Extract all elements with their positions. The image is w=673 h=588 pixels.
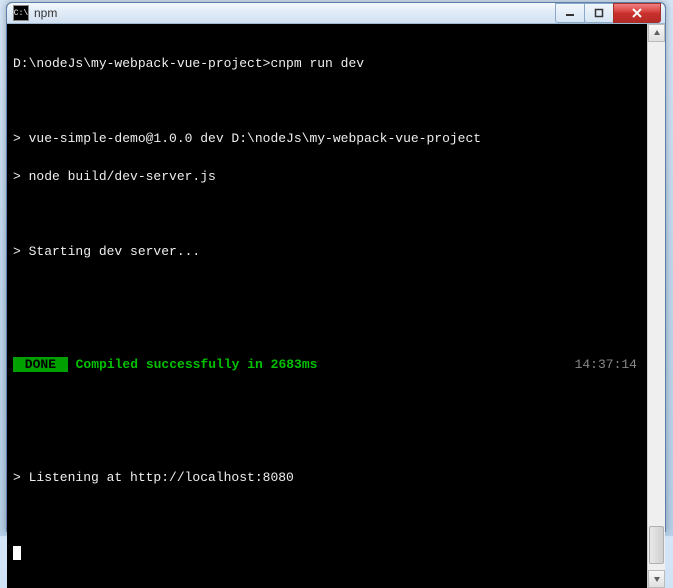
blank-line bbox=[13, 93, 641, 112]
output-line: > node build/dev-server.js bbox=[13, 168, 641, 187]
scroll-thumb[interactable] bbox=[649, 526, 664, 564]
done-row: DONE Compiled successfully in 2683ms 14:3… bbox=[13, 356, 641, 375]
minimize-button[interactable] bbox=[555, 3, 585, 23]
console-window: C:\ npm D:\nodeJs\my-webpack-vue-project… bbox=[6, 2, 666, 532]
titlebar[interactable]: C:\ npm bbox=[7, 3, 665, 24]
scroll-up-button[interactable] bbox=[648, 24, 665, 42]
timestamp: 14:37:14 bbox=[575, 356, 637, 375]
maximize-icon bbox=[594, 8, 604, 18]
blank-line bbox=[13, 281, 641, 300]
blank-line bbox=[13, 206, 641, 225]
chevron-up-icon bbox=[653, 29, 661, 37]
vertical-scrollbar[interactable] bbox=[647, 24, 665, 588]
scroll-track[interactable] bbox=[648, 42, 665, 570]
close-button[interactable] bbox=[613, 3, 661, 23]
listening-line: > Listening at http://localhost:8080 bbox=[13, 469, 641, 488]
output-line: > vue-simple-demo@1.0.0 dev D:\nodeJs\my… bbox=[13, 130, 641, 149]
chevron-down-icon bbox=[653, 575, 661, 583]
close-icon bbox=[632, 8, 642, 18]
done-badge: DONE bbox=[13, 357, 68, 372]
blank-line bbox=[13, 319, 641, 338]
blank-line bbox=[13, 394, 641, 413]
maximize-button[interactable] bbox=[584, 3, 614, 23]
blank-line bbox=[13, 507, 641, 526]
scroll-down-button[interactable] bbox=[648, 570, 665, 588]
blank-line bbox=[13, 432, 641, 451]
terminal-output[interactable]: D:\nodeJs\my-webpack-vue-project>cnpm ru… bbox=[7, 24, 647, 588]
terminal-area: D:\nodeJs\my-webpack-vue-project>cnpm ru… bbox=[7, 24, 665, 588]
prompt-line: D:\nodeJs\my-webpack-vue-project>cnpm ru… bbox=[13, 55, 641, 74]
minimize-icon bbox=[565, 8, 575, 18]
starting-line: > Starting dev server... bbox=[13, 243, 641, 262]
cmd-icon: C:\ bbox=[13, 5, 29, 21]
done-message: Compiled successfully in 2683ms bbox=[68, 357, 318, 372]
window-controls bbox=[556, 3, 661, 23]
cursor bbox=[13, 546, 21, 560]
window-title: npm bbox=[34, 6, 556, 20]
